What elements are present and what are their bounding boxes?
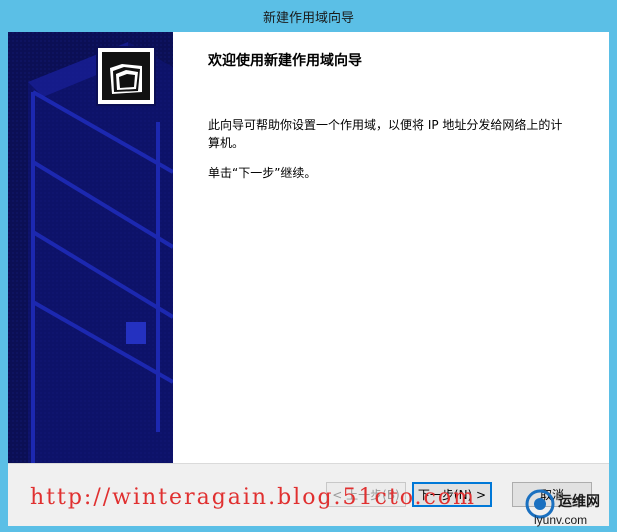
wizard-body: 欢迎使用新建作用域向导 此向导可帮助你设置一个作用域，以便将 IP 地址分发给网…	[8, 32, 609, 463]
wizard-sidebar-graphic	[8, 32, 173, 463]
site-logo-watermark: 运维网 iyunv.com	[525, 489, 600, 527]
url-watermark: http://winteragain.blog.51cto.com	[30, 485, 476, 510]
continue-hint: 单击“下一步”继续。	[208, 166, 317, 180]
page-heading: 欢迎使用新建作用域向导	[208, 53, 362, 69]
title-bar: 新建作用域向导	[0, 0, 617, 32]
logo-text: 运维网	[558, 493, 600, 509]
wizard-window: 新建作用域向导 欢迎使用新建作用域向导 此向导可帮助你设置一个作用域，以便将 I…	[0, 0, 617, 532]
logo-subtext: iyunv.com	[534, 513, 587, 527]
folder-icon	[96, 46, 156, 106]
page-description: 此向导可帮助你设置一个作用域，以便将 IP 地址分发给网络上的计算机。	[208, 118, 563, 150]
window-title: 新建作用域向导	[262, 10, 354, 26]
